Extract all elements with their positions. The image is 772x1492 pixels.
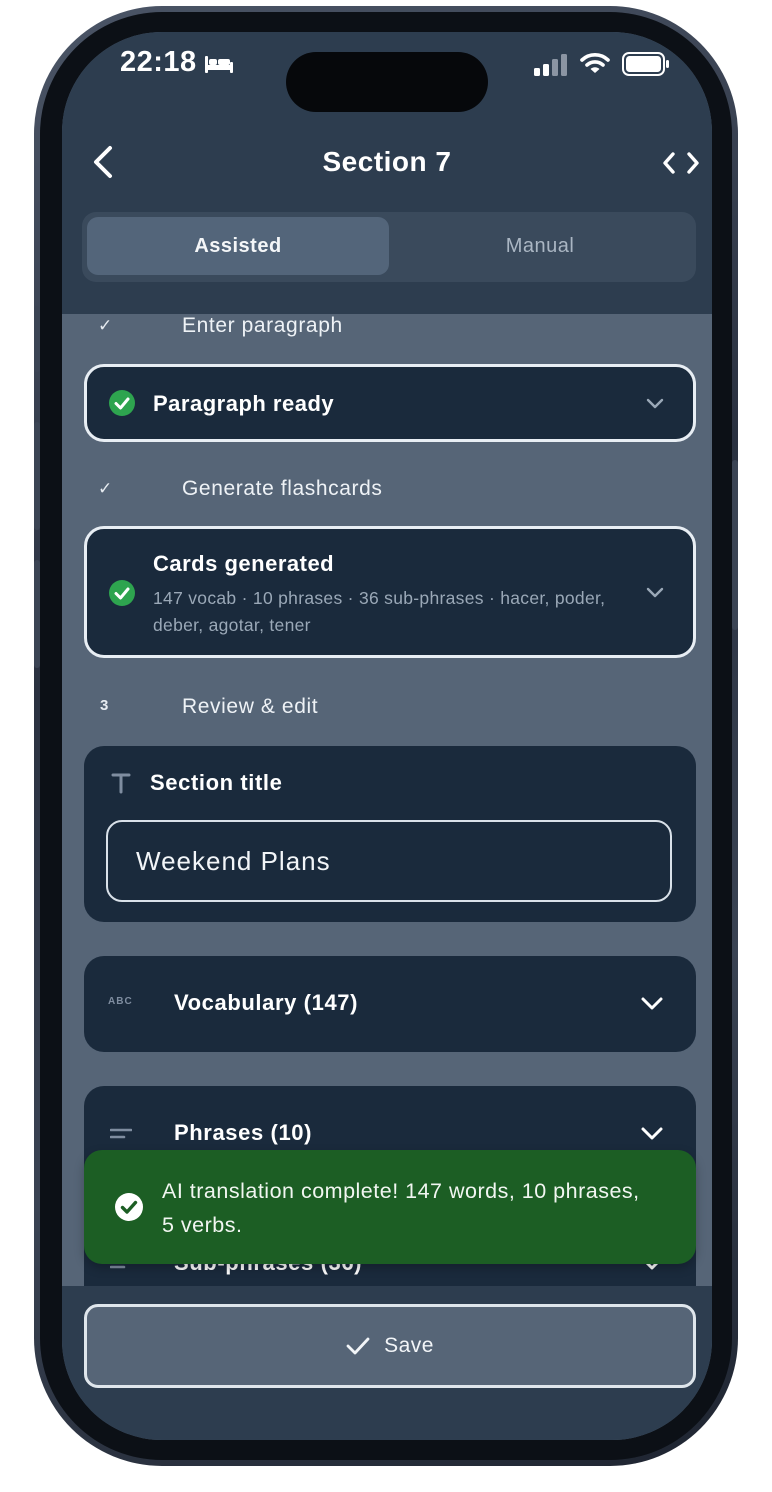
vocabulary-label: Vocabulary (147) xyxy=(174,990,359,1015)
section-title-label: Section title xyxy=(150,770,283,795)
battery-icon xyxy=(622,52,669,76)
check-circle-icon xyxy=(109,390,135,416)
mode-segmented-control: Assisted Manual xyxy=(82,212,696,282)
vocabulary-panel[interactable]: ABC Vocabulary (147) xyxy=(84,956,696,1052)
lines-icon xyxy=(110,1128,132,1139)
card-subtitle: 147 vocab · 10 phrases · 36 sub-phrases … xyxy=(153,588,606,635)
save-label: Save xyxy=(384,1334,434,1357)
chevron-down-icon xyxy=(646,398,664,409)
status-time: 22:18 xyxy=(120,46,197,78)
check-circle-icon xyxy=(115,1193,143,1221)
abc-icon: ABC xyxy=(108,996,133,1007)
code-icon[interactable] xyxy=(662,150,700,176)
chevron-down-icon xyxy=(641,997,663,1010)
toast-message: AI translation complete! 147 words, 10 p… xyxy=(162,1179,640,1237)
checkmark-icon xyxy=(346,1337,370,1355)
signal-icon xyxy=(534,54,567,76)
success-toast: AI translation complete! 147 words, 10 p… xyxy=(84,1150,696,1264)
step-enter-paragraph: ✓ Enter paragraph xyxy=(62,308,712,348)
section-title-input[interactable]: Weekend Plans xyxy=(106,820,672,902)
phrases-label: Phrases (10) xyxy=(174,1120,313,1145)
text-icon xyxy=(111,773,131,794)
card-title: Paragraph ready xyxy=(153,391,335,416)
page-title: Section 7 xyxy=(322,146,452,177)
save-button[interactable]: Save xyxy=(84,1304,696,1388)
step-label: Review & edit xyxy=(182,695,319,718)
step-number: 3 xyxy=(100,697,109,714)
cards-generated-card[interactable]: Cards generated 147 vocab · 10 phrases ·… xyxy=(84,526,696,658)
card-title: Cards generated xyxy=(153,551,335,576)
dynamic-island xyxy=(286,52,488,112)
bed-icon xyxy=(205,56,233,73)
tab-assisted[interactable]: Assisted xyxy=(87,217,389,275)
tab-manual[interactable]: Manual xyxy=(389,217,691,275)
check-circle-icon xyxy=(109,580,135,606)
power-button xyxy=(732,460,738,630)
chevron-down-icon xyxy=(646,587,664,598)
app-screen: 22:18 Section 7 Assisted Manual ✓ Enter … xyxy=(62,32,712,1440)
step-review-edit: 3 Review & edit xyxy=(62,689,712,729)
step-check-icon: ✓ xyxy=(98,316,113,335)
step-check-icon: ✓ xyxy=(98,479,113,498)
wifi-icon xyxy=(580,53,610,73)
step-label: Enter paragraph xyxy=(182,314,343,337)
step-label: Generate flashcards xyxy=(182,477,383,500)
chevron-down-icon xyxy=(641,1127,663,1140)
section-title-panel: Section title Weekend Plans xyxy=(84,746,696,922)
paragraph-ready-card[interactable]: Paragraph ready xyxy=(84,364,696,442)
step-generate-flashcards: ✓ Generate flashcards xyxy=(62,471,712,511)
